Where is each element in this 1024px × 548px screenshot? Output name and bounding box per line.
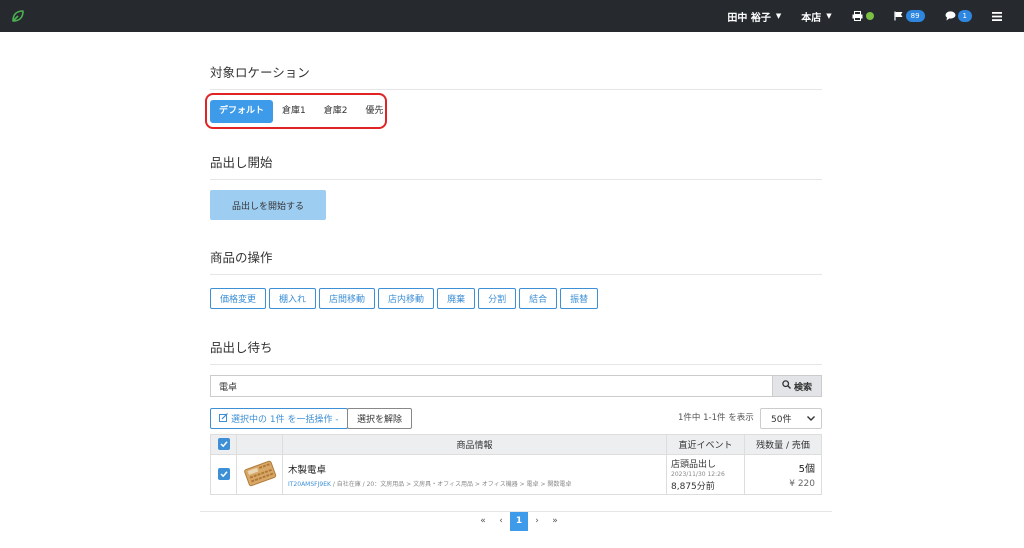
notifications[interactable]: 89 [884,0,935,32]
result-count: 1件中 1-1件 を表示 [678,413,754,423]
search-input[interactable] [210,375,772,397]
product-path: IT20AMSFJ9EK / 自社在庫 / 20：文房用品 > 文房具・オフィス… [288,479,666,488]
product-category-path: / 自社在庫 / 20：文房用品 > 文房具・オフィス用品 > オフィス機器 >… [330,480,572,488]
next-page-button[interactable]: › [528,511,546,531]
search-button-label: 検索 [793,382,812,393]
flag-icon [894,11,904,21]
top-navbar: 田中 裕子 ▼ 本店 ▼ 89 1 [0,0,1024,32]
last-page-button[interactable]: » [546,511,564,531]
bulk-action-button[interactable]: 選択中の 1件 を一括操作 - [210,408,348,429]
bulk-action-label: 選択中の 1件 を一括操作 - [231,415,339,425]
stock-price-header: 残数量 / 売価 [744,434,822,455]
page-1-button[interactable]: 1 [510,511,528,531]
select-all-cell [210,434,237,455]
sale-price: ¥ 220 [789,479,815,489]
search-button[interactable]: 検索 [772,375,822,397]
shelve-button[interactable]: 棚入れ [269,288,317,309]
hamburger-icon [992,11,1002,21]
image-column-header [236,434,283,455]
printer-icon [852,11,863,21]
event-date: 2023/11/30 12:26 [671,471,725,478]
in-store-move-button[interactable]: 店内移動 [378,288,435,309]
store-name: 本店 [801,12,822,24]
edit-icon [219,412,228,425]
chevron-down-icon: ▼ [775,12,782,20]
start-section-title: 品出し開始 [210,152,822,180]
waiting-section-title: 品出し待ち [210,337,822,365]
location-tabs: デフォルト 倉庫1 倉庫2 優先 [210,100,393,123]
per-page-value: 50件 [771,415,792,425]
waiting-table: 商品情報 直近イベント 残数量 / 売価 木製電卓 IT20AMSFJ9EK /… [210,434,822,495]
pagination: « ‹ 1 › » [474,511,564,531]
clear-selection-button[interactable]: 選択を解除 [347,408,413,429]
product-info-cell: 木製電卓 IT20AMSFJ9EK / 自社在庫 / 20：文房用品 > 文房具… [282,454,667,495]
select-all-checkbox[interactable] [217,438,230,450]
first-page-button[interactable]: « [474,511,492,531]
comment-icon [945,11,956,21]
row-checkbox[interactable] [217,468,230,480]
per-page-select[interactable]: 50件 [760,408,822,429]
flag-count-badge: 89 [905,10,925,22]
location-section-title: 対象ロケーション [210,62,822,90]
operations-toolbar: 価格変更 棚入れ 店間移動 店内移動 廃棄 分割 結合 振替 [210,288,599,309]
merge-button[interactable]: 結合 [519,288,558,309]
chevron-down-icon [807,414,815,424]
chevron-down-icon: ▼ [826,12,832,20]
product-code-link[interactable]: IT20AMSFJ9EK [288,481,331,488]
store-menu[interactable]: 本店 ▼ [791,0,841,32]
calculator-image [242,460,278,490]
inter-store-transfer-button[interactable]: 店間移動 [319,288,376,309]
tab-priority[interactable]: 優先 [356,100,392,123]
product-name: 木製電卓 [288,464,327,476]
tab-warehouse-2[interactable]: 倉庫2 [315,100,357,123]
event-name: 店頭品出し [671,460,717,470]
operations-section-title: 商品の操作 [210,247,822,275]
main-menu-button[interactable] [982,0,1012,32]
recent-event-cell: 店頭品出し 2023/11/30 12:26 8,875分前 [666,454,745,495]
printer-status[interactable] [842,0,884,32]
product-image-cell [236,454,283,495]
transfer-button[interactable]: 振替 [560,288,599,309]
search-icon [782,380,791,392]
tab-warehouse-1[interactable]: 倉庫1 [273,100,315,123]
message-count-badge: 1 [957,10,972,22]
start-restock-button[interactable]: 品出しを開始する [210,190,326,220]
messages[interactable]: 1 [935,0,982,32]
prev-page-button[interactable]: ‹ [492,511,510,531]
stock-price-cell: 5個 ¥ 220 [744,454,822,495]
search-bar: 検索 [210,375,822,397]
tab-default[interactable]: デフォルト [210,100,274,123]
leaf-icon[interactable] [10,8,26,24]
price-change-button[interactable]: 価格変更 [210,288,267,309]
recent-event-header: 直近イベント [666,434,745,455]
row-checkbox-cell [210,454,237,495]
stock-quantity: 5個 [798,464,815,475]
dispose-button[interactable]: 廃棄 [437,288,476,309]
table-row[interactable]: 木製電卓 IT20AMSFJ9EK / 自社在庫 / 20：文房用品 > 文房具… [210,454,822,495]
online-status-dot [865,12,874,20]
user-name: 田中 裕子 [727,12,771,24]
bottom-divider [200,511,832,512]
product-info-header: 商品情報 [282,434,667,455]
split-button[interactable]: 分割 [478,288,517,309]
event-elapsed: 8,875分前 [671,482,715,492]
user-menu[interactable]: 田中 裕子 ▼ [717,0,791,32]
